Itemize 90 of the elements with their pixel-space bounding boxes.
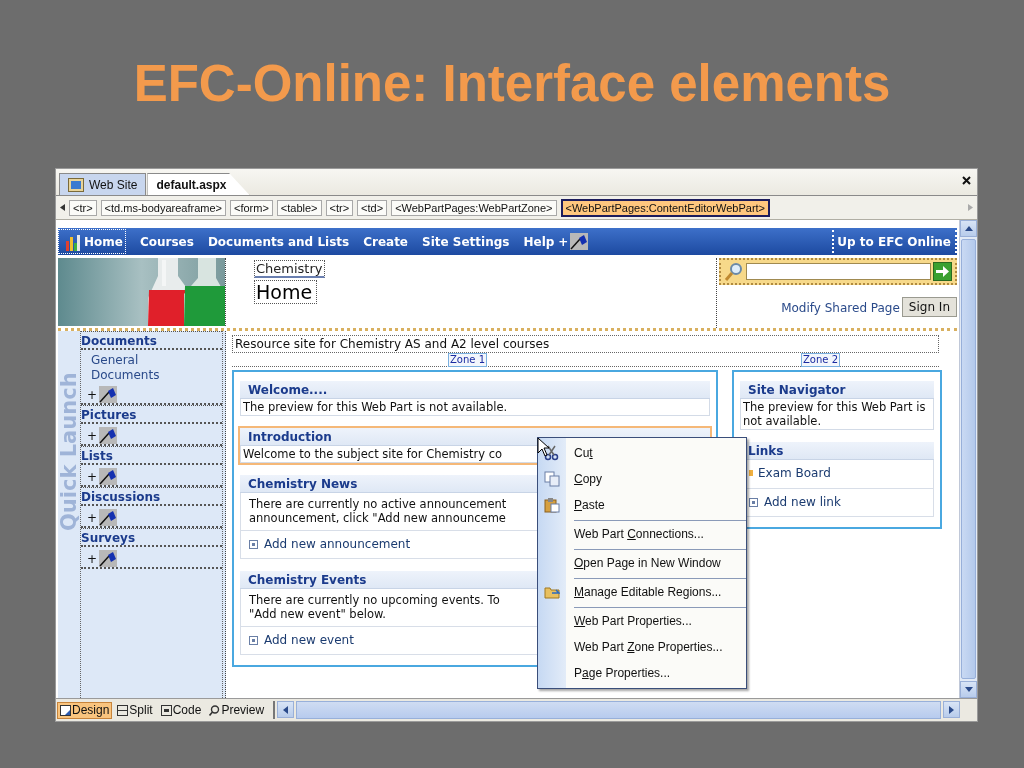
tag-selector[interactable]: <WebPartPages:WebPartZone> [391,199,557,216]
web-part-text: There are currently no upcoming events. To [248,593,501,607]
split-icon [117,704,129,716]
copy-icon [544,471,560,487]
tag-selector[interactable]: <tr> [325,199,354,216]
scroll-left-button[interactable] [277,701,295,718]
site-description: Resource site for Chemistry AS and A2 level courses [232,335,939,353]
add-link[interactable]: Add new link [764,495,841,509]
tag-selector[interactable]: <table> [276,199,322,216]
add-text: + [87,469,98,484]
add-item-icon [249,635,258,645]
tag-selector[interactable]: <td> [357,199,388,216]
scroll-left-icon[interactable] [60,204,65,211]
caret-up-icon [964,226,973,231]
menu-item[interactable]: Page Properties... [538,660,746,686]
quick-launch-watermark: Quick Launch [58,371,80,533]
scroll-right-button[interactable] [943,701,960,718]
quick-launch-heading[interactable]: Surveys [81,528,222,547]
web-part-title: Site Navigator [740,381,934,399]
arrow-icon [936,266,949,277]
add-text: + [87,428,98,443]
web-part-preview-text: The preview for this Web Part is not available. [740,399,934,430]
nav-link[interactable]: Create [363,234,408,249]
bar-chart-icon [65,232,81,251]
web-part-preview-text: The preview for this Web Part is not available. [240,399,710,416]
tag-selector[interactable]: <WebPartPages:ContentEditorWebPart> [560,198,771,217]
menu-item[interactable]: Paste [538,492,746,518]
magnifier-icon [209,704,221,716]
sign-in-button[interactable]: Sign In [901,297,957,317]
view-tab[interactable]: Code [157,701,205,719]
web-part-title: Welcome.... [240,381,710,399]
add-text: + [87,551,98,566]
clipboard-icon [544,497,560,513]
add-link[interactable]: Add new event [264,633,354,647]
website-icon [68,177,84,192]
pin-icon[interactable] [99,468,118,485]
web-part-text: There are currently no active announcement [248,497,508,511]
nav-link[interactable]: Help [523,234,555,249]
add-item-icon [749,497,758,507]
tag-selector[interactable]: <form> [229,199,273,216]
quick-launch-link[interactable]: General Documents [81,350,181,383]
view-tab[interactable]: Split [114,701,156,719]
cursor-icon [537,437,550,457]
quick-launch-heading[interactable]: Pictures [81,405,222,424]
nav-link[interactable]: Documents and Lists [207,234,350,249]
add-link[interactable]: Add new announcement [264,537,411,551]
slide-title: EFC-Online: Interface elements [133,54,891,113]
tag-selector[interactable]: <tr> [69,199,97,216]
view-tab[interactable]: Design [57,701,113,719]
zone-label: Zone 2 [801,353,840,367]
scroll-up-button[interactable] [960,220,977,237]
pin-icon[interactable] [570,233,589,250]
nav-link[interactable]: Up to EFC Online [837,234,951,249]
document-tab[interactable]: Web Site [59,173,147,195]
search-icon [724,261,744,282]
page-title: Home [254,280,318,304]
tag-selector[interactable]: <td.ms-bodyareaframe> [100,199,226,216]
web-part-text: announcement, click "Add new announceme [248,511,507,525]
quick-launch-heading[interactable]: Documents [81,331,222,350]
close-icon[interactable] [962,176,971,185]
site-title[interactable]: Chemistry [254,260,325,278]
design-icon [60,704,71,716]
nav-link[interactable]: Site Settings [422,234,510,249]
zone-label: Zone 1 [448,353,487,367]
quick-launch-heading[interactable]: Discussions [81,487,222,506]
link-item[interactable]: Exam Board [758,466,831,480]
add-text: + [87,510,98,525]
modify-page-link[interactable]: Modify Shared Page [781,301,900,315]
web-part-text: "Add new event" below. [248,607,387,621]
pin-icon[interactable] [99,509,118,526]
view-tab[interactable]: Preview [206,701,268,719]
add-item-icon [249,539,258,549]
scrollbar-thumb[interactable] [961,239,976,679]
pin-icon[interactable] [99,427,118,444]
search-field[interactable] [746,263,931,280]
caret-right-icon [949,705,954,714]
caret-left-icon [283,705,289,714]
bullet-icon [749,470,753,476]
caret-down-icon [964,687,973,692]
quick-launch-heading[interactable]: Lists [81,446,222,465]
pin-icon[interactable] [99,550,118,567]
document-tab[interactable]: default.aspx [147,173,250,195]
nav-link[interactable]: Courses [139,234,194,249]
menu-item[interactable]: Web Part Zone Properties... [538,634,746,660]
code-icon [160,704,172,716]
add-text: + [558,234,569,249]
go-button[interactable] [933,262,952,281]
pin-icon[interactable] [99,386,118,403]
add-text: + [87,387,98,402]
scroll-down-button[interactable] [960,681,977,698]
